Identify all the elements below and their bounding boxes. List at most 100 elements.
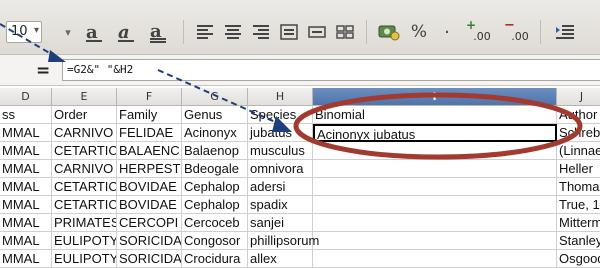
italic-icon[interactable]: a <box>114 20 140 44</box>
toolbar-separator <box>540 20 541 44</box>
table-cell[interactable]: Species <box>248 106 313 124</box>
table-cell[interactable]: MMAL <box>0 124 52 142</box>
table-cell[interactable]: sanjei <box>248 214 313 232</box>
table-cell[interactable]: Schreber <box>557 124 600 142</box>
table-cell[interactable]: CETARTIC <box>52 178 117 196</box>
table-cell[interactable]: adersi <box>248 178 313 196</box>
column-header-H[interactable]: H <box>248 88 313 106</box>
table-cell[interactable]: Heller <box>557 160 600 178</box>
table-cell[interactable] <box>313 214 557 232</box>
table-cell[interactable]: Author <box>557 106 600 124</box>
table-cell[interactable]: Stanley <box>557 232 600 250</box>
table-cell[interactable]: True, 1 <box>557 196 600 214</box>
table-cell[interactable]: phillipsorum <box>248 232 319 250</box>
table-cell[interactable]: Mitterm <box>557 214 600 232</box>
table-cell[interactable]: ss <box>0 106 52 124</box>
table-cell[interactable]: MMAL <box>0 196 52 214</box>
table-cell[interactable]: (Linnaeus <box>557 142 600 160</box>
wrap-icon[interactable] <box>334 20 356 44</box>
table-cell[interactable]: Osgood <box>557 250 600 268</box>
column-header-E[interactable]: E <box>52 88 117 106</box>
table-cell[interactable]: FELIDAE <box>117 124 182 142</box>
table-row: MMAL CETARTIC BOVIDAE Cephalop spadix True, 1 <box>0 196 600 214</box>
dot-separator-icon[interactable]: · <box>440 20 454 44</box>
table-cell[interactable]: PRIMATES <box>52 214 117 232</box>
formula-equals-icon[interactable]: = <box>36 61 52 80</box>
table-cell[interactable]: CARNIVO <box>52 160 117 178</box>
table-cell[interactable] <box>313 196 557 214</box>
table-cell[interactable]: HERPEST <box>117 160 182 178</box>
table-cell[interactable]: EULIPOTY <box>52 232 117 250</box>
align-center-icon[interactable] <box>222 20 244 44</box>
table-cell[interactable]: Balaenop <box>182 142 248 160</box>
table-row: MMAL CARNIVO FELIDAE Acinonyx jubatus Acinony… <box>0 124 600 142</box>
toolbar-separator <box>366 20 367 44</box>
font-size-dropdown[interactable]: 10 ▾ <box>6 21 42 43</box>
table-cell[interactable] <box>313 142 557 160</box>
table-cell[interactable]: CETARTIC <box>52 142 117 160</box>
add-decimal-icon[interactable]: + .00 <box>462 18 492 44</box>
table-row: ss Order Family Genus Species Binomial Author <box>0 106 600 124</box>
toolbar-separator <box>183 20 184 44</box>
table-cell[interactable]: omnivora <box>248 160 313 178</box>
chevron-down-icon[interactable]: ▾ <box>60 20 76 44</box>
table-cell[interactable] <box>313 250 557 268</box>
table-cell[interactable]: Cephalop <box>182 178 248 196</box>
remove-decimal-icon[interactable]: − .00 <box>500 18 530 44</box>
table-cell[interactable]: Binomial <box>313 106 557 124</box>
table-cell[interactable] <box>313 232 557 250</box>
font-size-value: 10 <box>11 24 28 39</box>
align-right-icon[interactable] <box>250 20 272 44</box>
table-cell[interactable]: MMAL <box>0 142 52 160</box>
table-cell[interactable]: SORICIDA <box>117 250 182 268</box>
currency-icon[interactable] <box>376 20 402 44</box>
table-cell[interactable]: CARNIVO <box>52 124 117 142</box>
svg-text:a: a <box>86 22 98 43</box>
underline-icon[interactable]: a <box>146 20 172 44</box>
column-header-F[interactable]: F <box>117 88 182 106</box>
indent-icon[interactable] <box>552 20 578 44</box>
column-header-I[interactable]: I <box>313 88 557 106</box>
table-cell[interactable]: Cephalop <box>182 196 248 214</box>
column-header-G[interactable]: G <box>182 88 248 106</box>
table-cell[interactable]: Thomas <box>557 178 600 196</box>
column-header-J[interactable]: J <box>557 88 600 106</box>
table-cell[interactable]: Family <box>117 106 182 124</box>
table-cell[interactable] <box>313 178 557 196</box>
table-cell[interactable]: jubatus <box>248 124 313 142</box>
table-cell[interactable]: MMAL <box>0 160 52 178</box>
table-cell[interactable]: Congosor <box>182 232 248 250</box>
table-cell[interactable] <box>313 160 557 178</box>
table-cell[interactable]: EULIPOTY <box>52 250 117 268</box>
table-cell[interactable]: CETARTIC <box>52 196 117 214</box>
table-cell[interactable]: MMAL <box>0 214 52 232</box>
table-cell[interactable]: Cercoceb <box>182 214 248 232</box>
table-cell[interactable]: musculus <box>248 142 313 160</box>
percent-icon[interactable]: % <box>408 20 430 44</box>
table-cell[interactable]: SORICIDA <box>117 232 182 250</box>
table-cell[interactable]: Order <box>52 106 117 124</box>
table-cell[interactable]: Genus <box>182 106 248 124</box>
table-cell[interactable]: MMAL <box>0 178 52 196</box>
table-cell[interactable]: allex <box>248 250 313 268</box>
table-cell[interactable]: Acinonyx <box>182 124 248 142</box>
table-cell[interactable]: CERCOPI <box>117 214 182 232</box>
table-cell[interactable]: spadix <box>248 196 313 214</box>
bold-icon[interactable]: a <box>82 20 108 44</box>
table-row: MMAL EULIPOTY SORICIDA Crocidura allex Osgood <box>0 250 600 268</box>
merge-cells-icon[interactable] <box>306 20 328 44</box>
table-cell[interactable]: MMAL <box>0 232 52 250</box>
chevron-down-icon[interactable]: ▾ <box>34 25 39 36</box>
active-cell[interactable]: Acinonyx jubatus <box>313 124 557 142</box>
table-cell[interactable]: MMAL <box>0 250 52 268</box>
justify-icon[interactable] <box>278 20 300 44</box>
align-left-icon[interactable] <box>194 20 216 44</box>
formatting-toolbar: 10 ▾ ▾ a a a % · + .00 − .00 <box>0 0 600 55</box>
table-cell[interactable]: Crocidura <box>182 250 248 268</box>
formula-input[interactable]: =G2&" "&H2 <box>62 59 600 81</box>
column-header-D[interactable]: D <box>0 88 52 106</box>
table-cell[interactable]: BOVIDAE <box>117 196 182 214</box>
table-cell[interactable]: BALAENC <box>117 142 182 160</box>
table-cell[interactable]: BOVIDAE <box>117 178 182 196</box>
table-cell[interactable]: Bdeogale <box>182 160 248 178</box>
